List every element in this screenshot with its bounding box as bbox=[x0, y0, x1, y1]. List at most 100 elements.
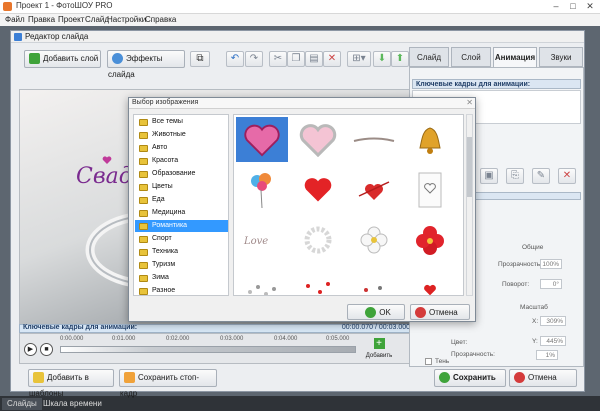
menu-help[interactable]: Справка bbox=[145, 15, 176, 24]
save-frame-button[interactable]: Сохранить стоп-кадр bbox=[119, 369, 217, 398]
silver-heart-thumbnail[interactable] bbox=[292, 117, 344, 162]
save-button[interactable]: Сохранить bbox=[434, 369, 506, 387]
paste-icon[interactable]: ▤ bbox=[305, 51, 323, 67]
shadow-checkbox[interactable] bbox=[425, 358, 432, 365]
keyframe-edit-icon[interactable]: ✎ bbox=[532, 168, 550, 184]
cancel-icon bbox=[514, 371, 525, 383]
category-item[interactable]: Спорт bbox=[135, 233, 228, 245]
rotation-label: Поворот: bbox=[502, 281, 530, 288]
folder-icon bbox=[139, 184, 148, 191]
category-item[interactable]: Еда bbox=[135, 194, 228, 206]
shadow-label: Тень bbox=[435, 358, 450, 365]
category-item[interactable]: Разное bbox=[135, 285, 228, 295]
keyframe-delete-icon[interactable]: ✕ bbox=[558, 168, 576, 184]
delete-icon[interactable]: ✕ bbox=[323, 51, 341, 67]
category-item[interactable]: Зима bbox=[135, 272, 228, 284]
dots-thumbnail[interactable] bbox=[348, 267, 400, 295]
add-keyframe-label: Добавить bbox=[365, 353, 393, 359]
folder-icon bbox=[139, 288, 148, 295]
play-button[interactable]: ▶ bbox=[24, 343, 37, 356]
dialog-title: Выбор изображения bbox=[132, 99, 199, 106]
ribbon-thumbnail[interactable] bbox=[348, 117, 400, 162]
stop-button[interactable]: ■ bbox=[40, 343, 53, 356]
folder-icon bbox=[139, 132, 148, 139]
tab-sounds[interactable]: Звуки bbox=[539, 47, 583, 67]
menu-edit[interactable]: Правка bbox=[28, 15, 55, 24]
timeline-track[interactable] bbox=[60, 346, 356, 353]
folder-icon bbox=[139, 119, 148, 126]
plus-icon: + bbox=[373, 338, 385, 349]
tiny-heart-thumbnail[interactable] bbox=[404, 267, 456, 295]
love-text-thumbnail[interactable]: Love bbox=[236, 217, 288, 262]
category-item[interactable]: Медицина bbox=[135, 207, 228, 219]
y-field[interactable]: 445% bbox=[540, 336, 566, 346]
check-icon bbox=[365, 306, 377, 318]
balloons-thumbnail[interactable] bbox=[236, 167, 288, 212]
move-up-icon[interactable]: ⬆ bbox=[391, 51, 409, 67]
keyframe-add-icon[interactable]: ▣ bbox=[480, 168, 498, 184]
category-item[interactable]: Техника bbox=[135, 246, 228, 258]
menu-settings[interactable]: Настройки bbox=[107, 15, 146, 24]
undo-icon[interactable]: ↶ bbox=[226, 51, 244, 67]
menu-slide[interactable]: Слайд bbox=[85, 15, 109, 24]
add-layer-button[interactable]: Добавить слой bbox=[24, 50, 101, 68]
y-label: Y: bbox=[532, 338, 538, 345]
bells-thumbnail[interactable] bbox=[404, 117, 456, 162]
category-item[interactable]: Туризм bbox=[135, 259, 228, 271]
app-titlebar: Проект 1 - ФотоШОУ PRO – □ ✕ bbox=[0, 0, 600, 14]
petals-thumbnail[interactable] bbox=[236, 267, 288, 295]
cancel-button[interactable]: Отмена bbox=[509, 369, 577, 387]
image-grid-scrollbar[interactable] bbox=[466, 114, 473, 296]
move-down-icon[interactable]: ⬇ bbox=[373, 51, 391, 67]
category-item[interactable]: Животные bbox=[135, 129, 228, 141]
preview-button[interactable]: ⧉ bbox=[190, 51, 210, 67]
pink-heart-thumbnail[interactable] bbox=[236, 117, 288, 162]
pearls-thumbnail[interactable] bbox=[292, 217, 344, 262]
tab-layer[interactable]: Слой bbox=[451, 47, 491, 67]
minimize-button[interactable]: – bbox=[548, 0, 564, 13]
ok-button[interactable]: OK bbox=[347, 304, 405, 320]
category-item[interactable]: Цветы bbox=[135, 181, 228, 193]
app-title: Проект 1 - ФотоШОУ PRO bbox=[16, 1, 113, 10]
add-keyframe-button[interactable]: + Добавить bbox=[365, 338, 393, 362]
menu-file[interactable]: Файл bbox=[5, 15, 25, 24]
rotation-field[interactable]: 0° bbox=[540, 279, 562, 289]
redo-icon[interactable]: ↷ bbox=[245, 51, 263, 67]
keyframe-copy-icon[interactable]: ⎘ bbox=[506, 168, 524, 184]
add-to-templates-button[interactable]: Добавить в шаблоны bbox=[28, 369, 114, 398]
tab-animation[interactable]: Анимация bbox=[493, 47, 537, 67]
category-item[interactable]: Образование bbox=[135, 168, 228, 180]
right-tabs: Слайд Слой Анимация Звуки bbox=[409, 47, 584, 67]
x-field[interactable]: 309% bbox=[540, 316, 566, 326]
cut-icon[interactable]: ✂ bbox=[269, 51, 287, 67]
app-logo-icon bbox=[3, 2, 12, 11]
red-flower-thumbnail[interactable] bbox=[404, 217, 456, 262]
category-item[interactable]: Все темы bbox=[135, 116, 228, 128]
shadow-transparency-label: Прозрачность: bbox=[451, 351, 495, 358]
card-thumbnail[interactable] bbox=[404, 167, 456, 212]
tab-slide[interactable]: Слайд bbox=[409, 47, 449, 67]
folder-icon bbox=[139, 158, 148, 165]
scrollbar-thumb[interactable] bbox=[467, 137, 472, 197]
sparkle-icon bbox=[112, 52, 123, 64]
shadow-transparency-field[interactable]: 1% bbox=[536, 350, 558, 360]
category-item[interactable]: Авто bbox=[135, 142, 228, 154]
category-item[interactable]: Красота bbox=[135, 155, 228, 167]
slide-effects-button[interactable]: Эффекты слайда bbox=[107, 50, 185, 79]
copy-icon[interactable]: ❐ bbox=[287, 51, 305, 67]
timeline-tick: 0:04.000 bbox=[274, 336, 298, 342]
close-icon[interactable]: ✕ bbox=[466, 98, 473, 107]
app-menubar: Файл Правка Проект Слайд Настройки Справ… bbox=[0, 14, 600, 26]
folder-icon bbox=[139, 249, 148, 256]
dialog-cancel-button[interactable]: Отмена bbox=[410, 304, 470, 320]
category-item-selected[interactable]: Романтика bbox=[135, 220, 228, 232]
transparency-field[interactable]: 100% bbox=[540, 259, 562, 269]
menu-project[interactable]: Проект bbox=[58, 15, 84, 24]
close-button[interactable]: ✕ bbox=[582, 0, 598, 13]
white-flower-thumbnail[interactable] bbox=[348, 217, 400, 262]
small-hearts-thumbnail[interactable] bbox=[292, 267, 344, 295]
red-heart-thumbnail[interactable] bbox=[292, 167, 344, 212]
maximize-button[interactable]: □ bbox=[565, 0, 581, 13]
heart-arrow-thumbnail[interactable] bbox=[348, 167, 400, 212]
align-dropdown-icon[interactable]: ⊞▾ bbox=[347, 51, 371, 67]
